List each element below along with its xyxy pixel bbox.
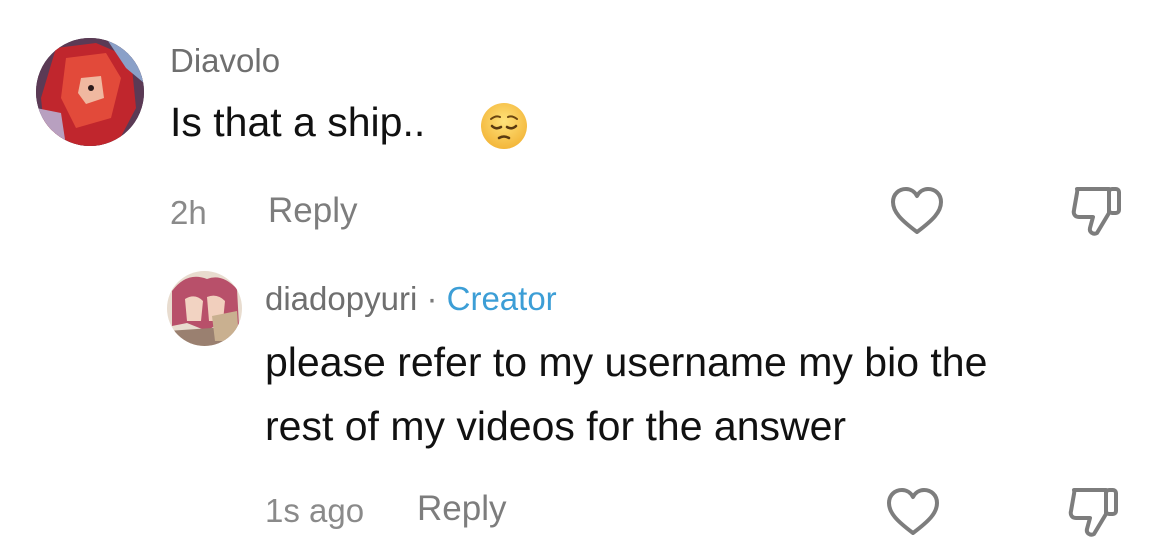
creator-badge: Creator bbox=[446, 280, 557, 317]
reply-heart-icon[interactable] bbox=[885, 487, 941, 537]
reply-timestamp: 1s ago bbox=[265, 492, 365, 529]
reply-thumbs-down-icon[interactable] bbox=[1066, 484, 1122, 540]
reply-header: diadopyuri · Creator bbox=[265, 280, 557, 318]
reply-avatar-image bbox=[167, 271, 242, 346]
reply-text-line-1: please refer to my username my bio the bbox=[265, 339, 988, 385]
avatar[interactable] bbox=[36, 38, 144, 146]
comment-username[interactable]: Diavolo bbox=[170, 42, 280, 80]
heart-icon[interactable] bbox=[889, 186, 945, 236]
reply-text-line-2: rest of my videos for the answer bbox=[265, 403, 847, 449]
separator-dot: · bbox=[426, 280, 438, 317]
pensive-face-icon bbox=[481, 103, 527, 149]
comment-timestamp: 2h bbox=[170, 194, 207, 231]
comment-text: Is that a ship.. bbox=[170, 98, 425, 147]
avatar-image bbox=[36, 38, 144, 146]
reply-avatar[interactable] bbox=[167, 271, 242, 346]
comment-reply-button[interactable]: Reply bbox=[268, 191, 357, 231]
thumbs-down-icon[interactable] bbox=[1069, 183, 1125, 239]
reply-reply-button[interactable]: Reply bbox=[417, 489, 506, 529]
reply-username[interactable]: diadopyuri bbox=[265, 280, 417, 317]
comment-text-content: Is that a ship.. bbox=[170, 99, 426, 145]
